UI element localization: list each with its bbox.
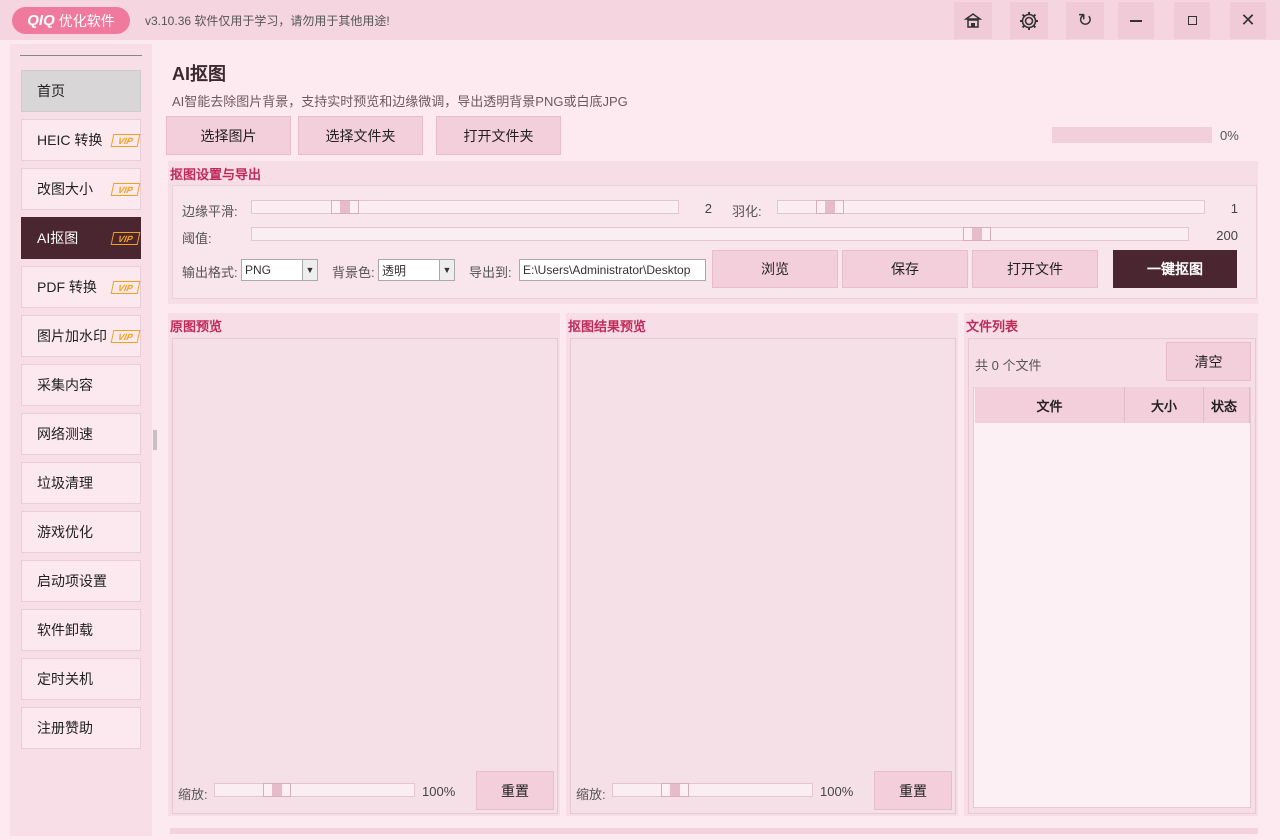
- threshold-slider[interactable]: [251, 227, 1189, 241]
- sidebar-item-game[interactable]: 游戏优化: [21, 511, 141, 553]
- threshold-thumb[interactable]: [963, 227, 991, 241]
- open-folder-button[interactable]: 打开文件夹: [436, 116, 561, 155]
- result-preview-title: 抠图结果预览: [568, 319, 647, 334]
- progress-bar: [1052, 127, 1212, 143]
- maximize-button[interactable]: [1174, 2, 1210, 39]
- hat-button[interactable]: [954, 2, 992, 39]
- vip-badge: VIP: [110, 281, 141, 294]
- save-button[interactable]: 保存: [842, 250, 968, 288]
- original-zoom-slider[interactable]: [214, 783, 415, 797]
- sidebar-item-uninstall[interactable]: 软件卸载: [21, 609, 141, 651]
- original-preview-title: 原图预览: [170, 319, 223, 334]
- edge-smooth-label: 边缘平滑:: [182, 204, 238, 219]
- format-select[interactable]: PNG ▼: [241, 259, 318, 281]
- sidebar-item-resize[interactable]: 改图大小 VIP: [21, 168, 141, 210]
- clear-button[interactable]: 清空: [1166, 342, 1251, 381]
- sidebar-item-watermark[interactable]: 图片加水印 VIP: [21, 315, 141, 357]
- edge-smooth-thumb[interactable]: [331, 200, 359, 214]
- vip-badge: VIP: [110, 330, 141, 343]
- minimize-button[interactable]: [1118, 2, 1154, 39]
- settings-title: 抠图设置与导出: [170, 167, 262, 182]
- hat-icon: [963, 12, 983, 28]
- title-bar: QIQ 优化软件 v3.10.36 软件仅用于学习，请勿用于其他用途! ↻ ✕: [0, 0, 1280, 40]
- export-path-input[interactable]: E:\Users\Administrator\Desktop: [519, 259, 706, 281]
- progress-text: 0%: [1220, 128, 1239, 143]
- original-preview-area[interactable]: [172, 338, 558, 814]
- sidebar-item-startup[interactable]: 启动项设置: [21, 560, 141, 602]
- sidebar-divider: [20, 55, 142, 56]
- result-zoom-label: 缩放:: [576, 787, 606, 802]
- select-image-button[interactable]: 选择图片: [166, 116, 291, 155]
- vip-badge: VIP: [110, 183, 141, 196]
- bottom-strip: [170, 828, 1258, 834]
- close-button[interactable]: ✕: [1230, 2, 1266, 39]
- chevron-down-icon: ▼: [302, 260, 317, 280]
- original-reset-button[interactable]: 重置: [476, 771, 554, 810]
- vip-badge: VIP: [110, 134, 141, 147]
- close-icon: ✕: [1240, 10, 1256, 30]
- version-text: v3.10.36 软件仅用于学习，请勿用于其他用途!: [145, 14, 390, 28]
- sidebar-item-shutdown[interactable]: 定时关机: [21, 658, 141, 700]
- column-header-size[interactable]: 大小: [1125, 387, 1204, 423]
- sidebar-item-cleanup[interactable]: 垃圾清理: [21, 462, 141, 504]
- gear-icon: [1020, 11, 1038, 30]
- result-zoom-thumb[interactable]: [661, 783, 689, 797]
- threshold-value: 200: [1216, 228, 1238, 243]
- file-list-title: 文件列表: [966, 319, 1019, 334]
- feather-thumb[interactable]: [816, 200, 844, 214]
- original-zoom-thumb[interactable]: [263, 783, 291, 797]
- chevron-down-icon: ▼: [439, 260, 454, 280]
- feather-label: 羽化:: [732, 204, 762, 219]
- threshold-label: 阈值:: [182, 231, 212, 246]
- page-title: AI抠图: [172, 64, 226, 84]
- sidebar-item-heic[interactable]: HEIC 转换 VIP: [21, 119, 141, 161]
- refresh-button[interactable]: ↻: [1066, 2, 1104, 39]
- result-preview-area[interactable]: [570, 338, 956, 814]
- app-logo: QIQ 优化软件: [12, 7, 130, 34]
- browse-button[interactable]: 浏览: [712, 250, 838, 288]
- feather-slider[interactable]: [777, 200, 1205, 214]
- sidebar-item-collect[interactable]: 采集内容: [21, 364, 141, 406]
- select-folder-button[interactable]: 选择文件夹: [298, 116, 423, 155]
- edge-smooth-slider[interactable]: [251, 200, 679, 214]
- bg-color-select[interactable]: 透明 ▼: [378, 259, 455, 281]
- sidebar-item-sponsor[interactable]: 注册赞助: [21, 707, 141, 749]
- feather-value: 1: [1230, 201, 1238, 216]
- column-header-file[interactable]: 文件: [975, 387, 1125, 423]
- original-zoom-label: 缩放:: [178, 787, 208, 802]
- file-table[interactable]: [973, 387, 1251, 808]
- result-zoom-slider[interactable]: [612, 783, 813, 797]
- sidebar-item-pdf[interactable]: PDF 转换 VIP: [21, 266, 141, 308]
- maximize-icon: [1187, 16, 1197, 25]
- sidebar-resize-handle[interactable]: [153, 430, 157, 450]
- sidebar-item-speedtest[interactable]: 网络测速: [21, 413, 141, 455]
- original-zoom-value: 100%: [422, 784, 456, 799]
- result-zoom-value: 100%: [820, 784, 854, 799]
- column-header-status[interactable]: 状态: [1204, 387, 1250, 423]
- sidebar-item-home[interactable]: 首页: [21, 70, 141, 112]
- open-file-button[interactable]: 打开文件: [972, 250, 1098, 288]
- one-click-cutout-button[interactable]: 一键抠图: [1113, 250, 1237, 288]
- export-label: 导出到:: [469, 265, 512, 280]
- format-label: 输出格式:: [182, 265, 238, 280]
- refresh-icon: ↻: [1077, 10, 1093, 30]
- bg-color-label: 背景色:: [332, 265, 375, 280]
- file-count-text: 共 0 个文件: [975, 358, 1042, 373]
- sidebar-item-ai-cutout[interactable]: AI抠图 VIP: [21, 217, 141, 259]
- edge-smooth-value: 2: [704, 201, 712, 216]
- minimize-icon: [1130, 19, 1142, 22]
- vip-badge: VIP: [110, 232, 141, 245]
- settings-button[interactable]: [1010, 2, 1048, 39]
- sidebar: 首页 HEIC 转换 VIP 改图大小 VIP AI抠图 VIP PDF 转换 VIP …: [10, 44, 152, 836]
- result-reset-button[interactable]: 重置: [874, 771, 952, 810]
- page-subtitle: AI智能去除图片背景，支持实时预览和边缘微调，导出透明背景PNG或白底JPG: [172, 94, 628, 109]
